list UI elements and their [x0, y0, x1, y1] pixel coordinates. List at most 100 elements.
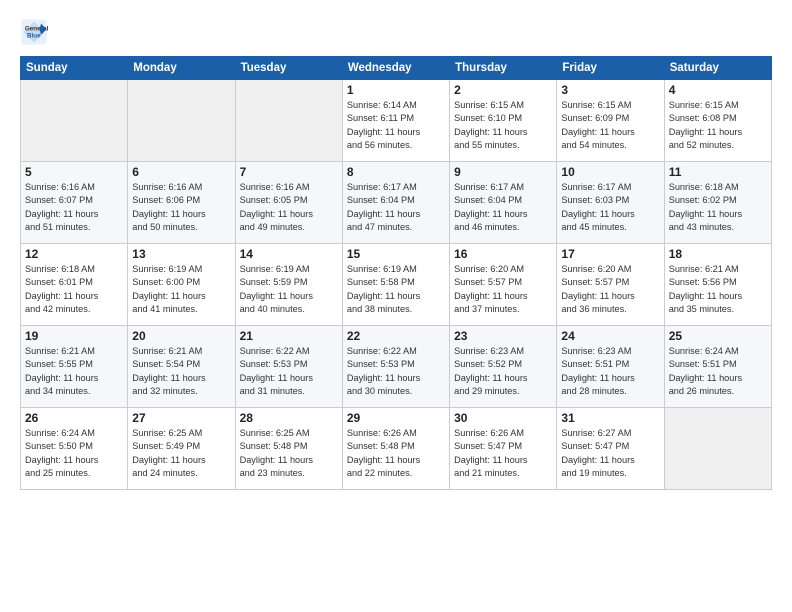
calendar-cell — [664, 408, 771, 490]
day-info: Sunrise: 6:19 AM Sunset: 5:59 PM Dayligh… — [240, 263, 338, 316]
calendar-cell: 29 Sunrise: 6:26 AM Sunset: 5:48 PM Dayli… — [342, 408, 449, 490]
day-number: 29 — [347, 411, 445, 425]
day-info: Sunrise: 6:20 AM Sunset: 5:57 PM Dayligh… — [561, 263, 659, 316]
logo-icon: General Blue — [20, 18, 48, 46]
day-info: Sunrise: 6:24 AM Sunset: 5:50 PM Dayligh… — [25, 427, 123, 480]
calendar-cell: 12 Sunrise: 6:18 AM Sunset: 6:01 PM Dayli… — [21, 244, 128, 326]
day-info: Sunrise: 6:23 AM Sunset: 5:51 PM Dayligh… — [561, 345, 659, 398]
day-info: Sunrise: 6:25 AM Sunset: 5:48 PM Dayligh… — [240, 427, 338, 480]
day-number: 1 — [347, 83, 445, 97]
day-info: Sunrise: 6:21 AM Sunset: 5:55 PM Dayligh… — [25, 345, 123, 398]
calendar-cell: 5 Sunrise: 6:16 AM Sunset: 6:07 PM Daylig… — [21, 162, 128, 244]
day-number: 15 — [347, 247, 445, 261]
weekday-header-wednesday: Wednesday — [342, 57, 449, 80]
day-number: 13 — [132, 247, 230, 261]
day-number: 12 — [25, 247, 123, 261]
day-info: Sunrise: 6:25 AM Sunset: 5:49 PM Dayligh… — [132, 427, 230, 480]
calendar-cell: 9 Sunrise: 6:17 AM Sunset: 6:04 PM Daylig… — [450, 162, 557, 244]
calendar-cell: 3Sunrise: 6:15 AM Sunset: 6:09 PM Daylig… — [557, 80, 664, 162]
day-info: Sunrise: 6:16 AM Sunset: 6:07 PM Dayligh… — [25, 181, 123, 234]
day-number: 19 — [25, 329, 123, 343]
calendar-cell: 26Sunrise: 6:24 AM Sunset: 5:50 PM Dayli… — [21, 408, 128, 490]
day-number: 20 — [132, 329, 230, 343]
day-number: 24 — [561, 329, 659, 343]
day-number: 21 — [240, 329, 338, 343]
calendar-cell: 25 Sunrise: 6:24 AM Sunset: 5:51 PM Dayli… — [664, 326, 771, 408]
day-number: 17 — [561, 247, 659, 261]
day-info: Sunrise: 6:16 AM Sunset: 6:06 PM Dayligh… — [132, 181, 230, 234]
day-info: Sunrise: 6:21 AM Sunset: 5:54 PM Dayligh… — [132, 345, 230, 398]
calendar-cell: 19 Sunrise: 6:21 AM Sunset: 5:55 PM Dayli… — [21, 326, 128, 408]
weekday-header-friday: Friday — [557, 57, 664, 80]
calendar-cell: 8 Sunrise: 6:17 AM Sunset: 6:04 PM Daylig… — [342, 162, 449, 244]
calendar-cell: 17 Sunrise: 6:20 AM Sunset: 5:57 PM Dayli… — [557, 244, 664, 326]
weekday-header-row: SundayMondayTuesdayWednesdayThursdayFrid… — [21, 57, 772, 80]
calendar-week-5: 26Sunrise: 6:24 AM Sunset: 5:50 PM Dayli… — [21, 408, 772, 490]
day-info: Sunrise: 6:17 AM Sunset: 6:04 PM Dayligh… — [347, 181, 445, 234]
calendar-cell: 2 Sunrise: 6:15 AM Sunset: 6:10 PM Daylig… — [450, 80, 557, 162]
weekday-header-saturday: Saturday — [664, 57, 771, 80]
svg-text:Blue: Blue — [27, 33, 41, 40]
day-info: Sunrise: 6:19 AM Sunset: 5:58 PM Dayligh… — [347, 263, 445, 316]
day-info: Sunrise: 6:19 AM Sunset: 6:00 PM Dayligh… — [132, 263, 230, 316]
calendar-cell: 24 Sunrise: 6:23 AM Sunset: 5:51 PM Dayli… — [557, 326, 664, 408]
day-info: Sunrise: 6:20 AM Sunset: 5:57 PM Dayligh… — [454, 263, 552, 316]
calendar-cell: 21 Sunrise: 6:22 AM Sunset: 5:53 PM Dayli… — [235, 326, 342, 408]
logo: General Blue — [20, 18, 52, 46]
day-number: 18 — [669, 247, 767, 261]
day-number: 7 — [240, 165, 338, 179]
calendar-cell: 15 Sunrise: 6:19 AM Sunset: 5:58 PM Dayli… — [342, 244, 449, 326]
day-info: Sunrise: 6:22 AM Sunset: 5:53 PM Dayligh… — [240, 345, 338, 398]
calendar-cell: 27Sunrise: 6:25 AM Sunset: 5:49 PM Dayli… — [128, 408, 235, 490]
calendar-cell — [235, 80, 342, 162]
day-info: Sunrise: 6:14 AM Sunset: 6:11 PM Dayligh… — [347, 99, 445, 152]
calendar-cell — [128, 80, 235, 162]
day-number: 30 — [454, 411, 552, 425]
day-info: Sunrise: 6:21 AM Sunset: 5:56 PM Dayligh… — [669, 263, 767, 316]
day-info: Sunrise: 6:16 AM Sunset: 6:05 PM Dayligh… — [240, 181, 338, 234]
weekday-header-thursday: Thursday — [450, 57, 557, 80]
calendar-cell: 22Sunrise: 6:22 AM Sunset: 5:53 PM Dayli… — [342, 326, 449, 408]
weekday-header-monday: Monday — [128, 57, 235, 80]
calendar-cell: 28Sunrise: 6:25 AM Sunset: 5:48 PM Dayli… — [235, 408, 342, 490]
calendar-week-3: 12 Sunrise: 6:18 AM Sunset: 6:01 PM Dayli… — [21, 244, 772, 326]
calendar-cell: 23Sunrise: 6:23 AM Sunset: 5:52 PM Dayli… — [450, 326, 557, 408]
calendar-cell: 7 Sunrise: 6:16 AM Sunset: 6:05 PM Daylig… — [235, 162, 342, 244]
day-info: Sunrise: 6:18 AM Sunset: 6:01 PM Dayligh… — [25, 263, 123, 316]
day-info: Sunrise: 6:26 AM Sunset: 5:48 PM Dayligh… — [347, 427, 445, 480]
calendar-cell: 30Sunrise: 6:26 AM Sunset: 5:47 PM Dayli… — [450, 408, 557, 490]
day-number: 5 — [25, 165, 123, 179]
calendar-cell: 16 Sunrise: 6:20 AM Sunset: 5:57 PM Dayli… — [450, 244, 557, 326]
calendar-cell: 11 Sunrise: 6:18 AM Sunset: 6:02 PM Dayli… — [664, 162, 771, 244]
day-number: 25 — [669, 329, 767, 343]
day-number: 10 — [561, 165, 659, 179]
calendar-cell: 10Sunrise: 6:17 AM Sunset: 6:03 PM Dayli… — [557, 162, 664, 244]
calendar-cell: 13 Sunrise: 6:19 AM Sunset: 6:00 PM Dayli… — [128, 244, 235, 326]
weekday-header-tuesday: Tuesday — [235, 57, 342, 80]
calendar-cell: 31Sunrise: 6:27 AM Sunset: 5:47 PM Dayli… — [557, 408, 664, 490]
day-number: 14 — [240, 247, 338, 261]
day-info: Sunrise: 6:22 AM Sunset: 5:53 PM Dayligh… — [347, 345, 445, 398]
weekday-header-sunday: Sunday — [21, 57, 128, 80]
calendar-cell: 6 Sunrise: 6:16 AM Sunset: 6:06 PM Daylig… — [128, 162, 235, 244]
day-number: 16 — [454, 247, 552, 261]
day-info: Sunrise: 6:18 AM Sunset: 6:02 PM Dayligh… — [669, 181, 767, 234]
day-number: 6 — [132, 165, 230, 179]
calendar-table: SundayMondayTuesdayWednesdayThursdayFrid… — [20, 56, 772, 490]
calendar-cell: 18 Sunrise: 6:21 AM Sunset: 5:56 PM Dayli… — [664, 244, 771, 326]
day-number: 9 — [454, 165, 552, 179]
day-number: 11 — [669, 165, 767, 179]
page-header: General Blue — [20, 18, 772, 46]
day-number: 2 — [454, 83, 552, 97]
calendar-week-1: 1 Sunrise: 6:14 AM Sunset: 6:11 PM Daylig… — [21, 80, 772, 162]
day-info: Sunrise: 6:15 AM Sunset: 6:10 PM Dayligh… — [454, 99, 552, 152]
day-info: Sunrise: 6:24 AM Sunset: 5:51 PM Dayligh… — [669, 345, 767, 398]
day-info: Sunrise: 6:27 AM Sunset: 5:47 PM Dayligh… — [561, 427, 659, 480]
calendar-cell: 1 Sunrise: 6:14 AM Sunset: 6:11 PM Daylig… — [342, 80, 449, 162]
calendar-cell: 4Sunrise: 6:15 AM Sunset: 6:08 PM Daylig… — [664, 80, 771, 162]
day-info: Sunrise: 6:17 AM Sunset: 6:04 PM Dayligh… — [454, 181, 552, 234]
day-number: 8 — [347, 165, 445, 179]
calendar-cell: 20 Sunrise: 6:21 AM Sunset: 5:54 PM Dayli… — [128, 326, 235, 408]
day-number: 3 — [561, 83, 659, 97]
calendar-cell: 14 Sunrise: 6:19 AM Sunset: 5:59 PM Dayli… — [235, 244, 342, 326]
